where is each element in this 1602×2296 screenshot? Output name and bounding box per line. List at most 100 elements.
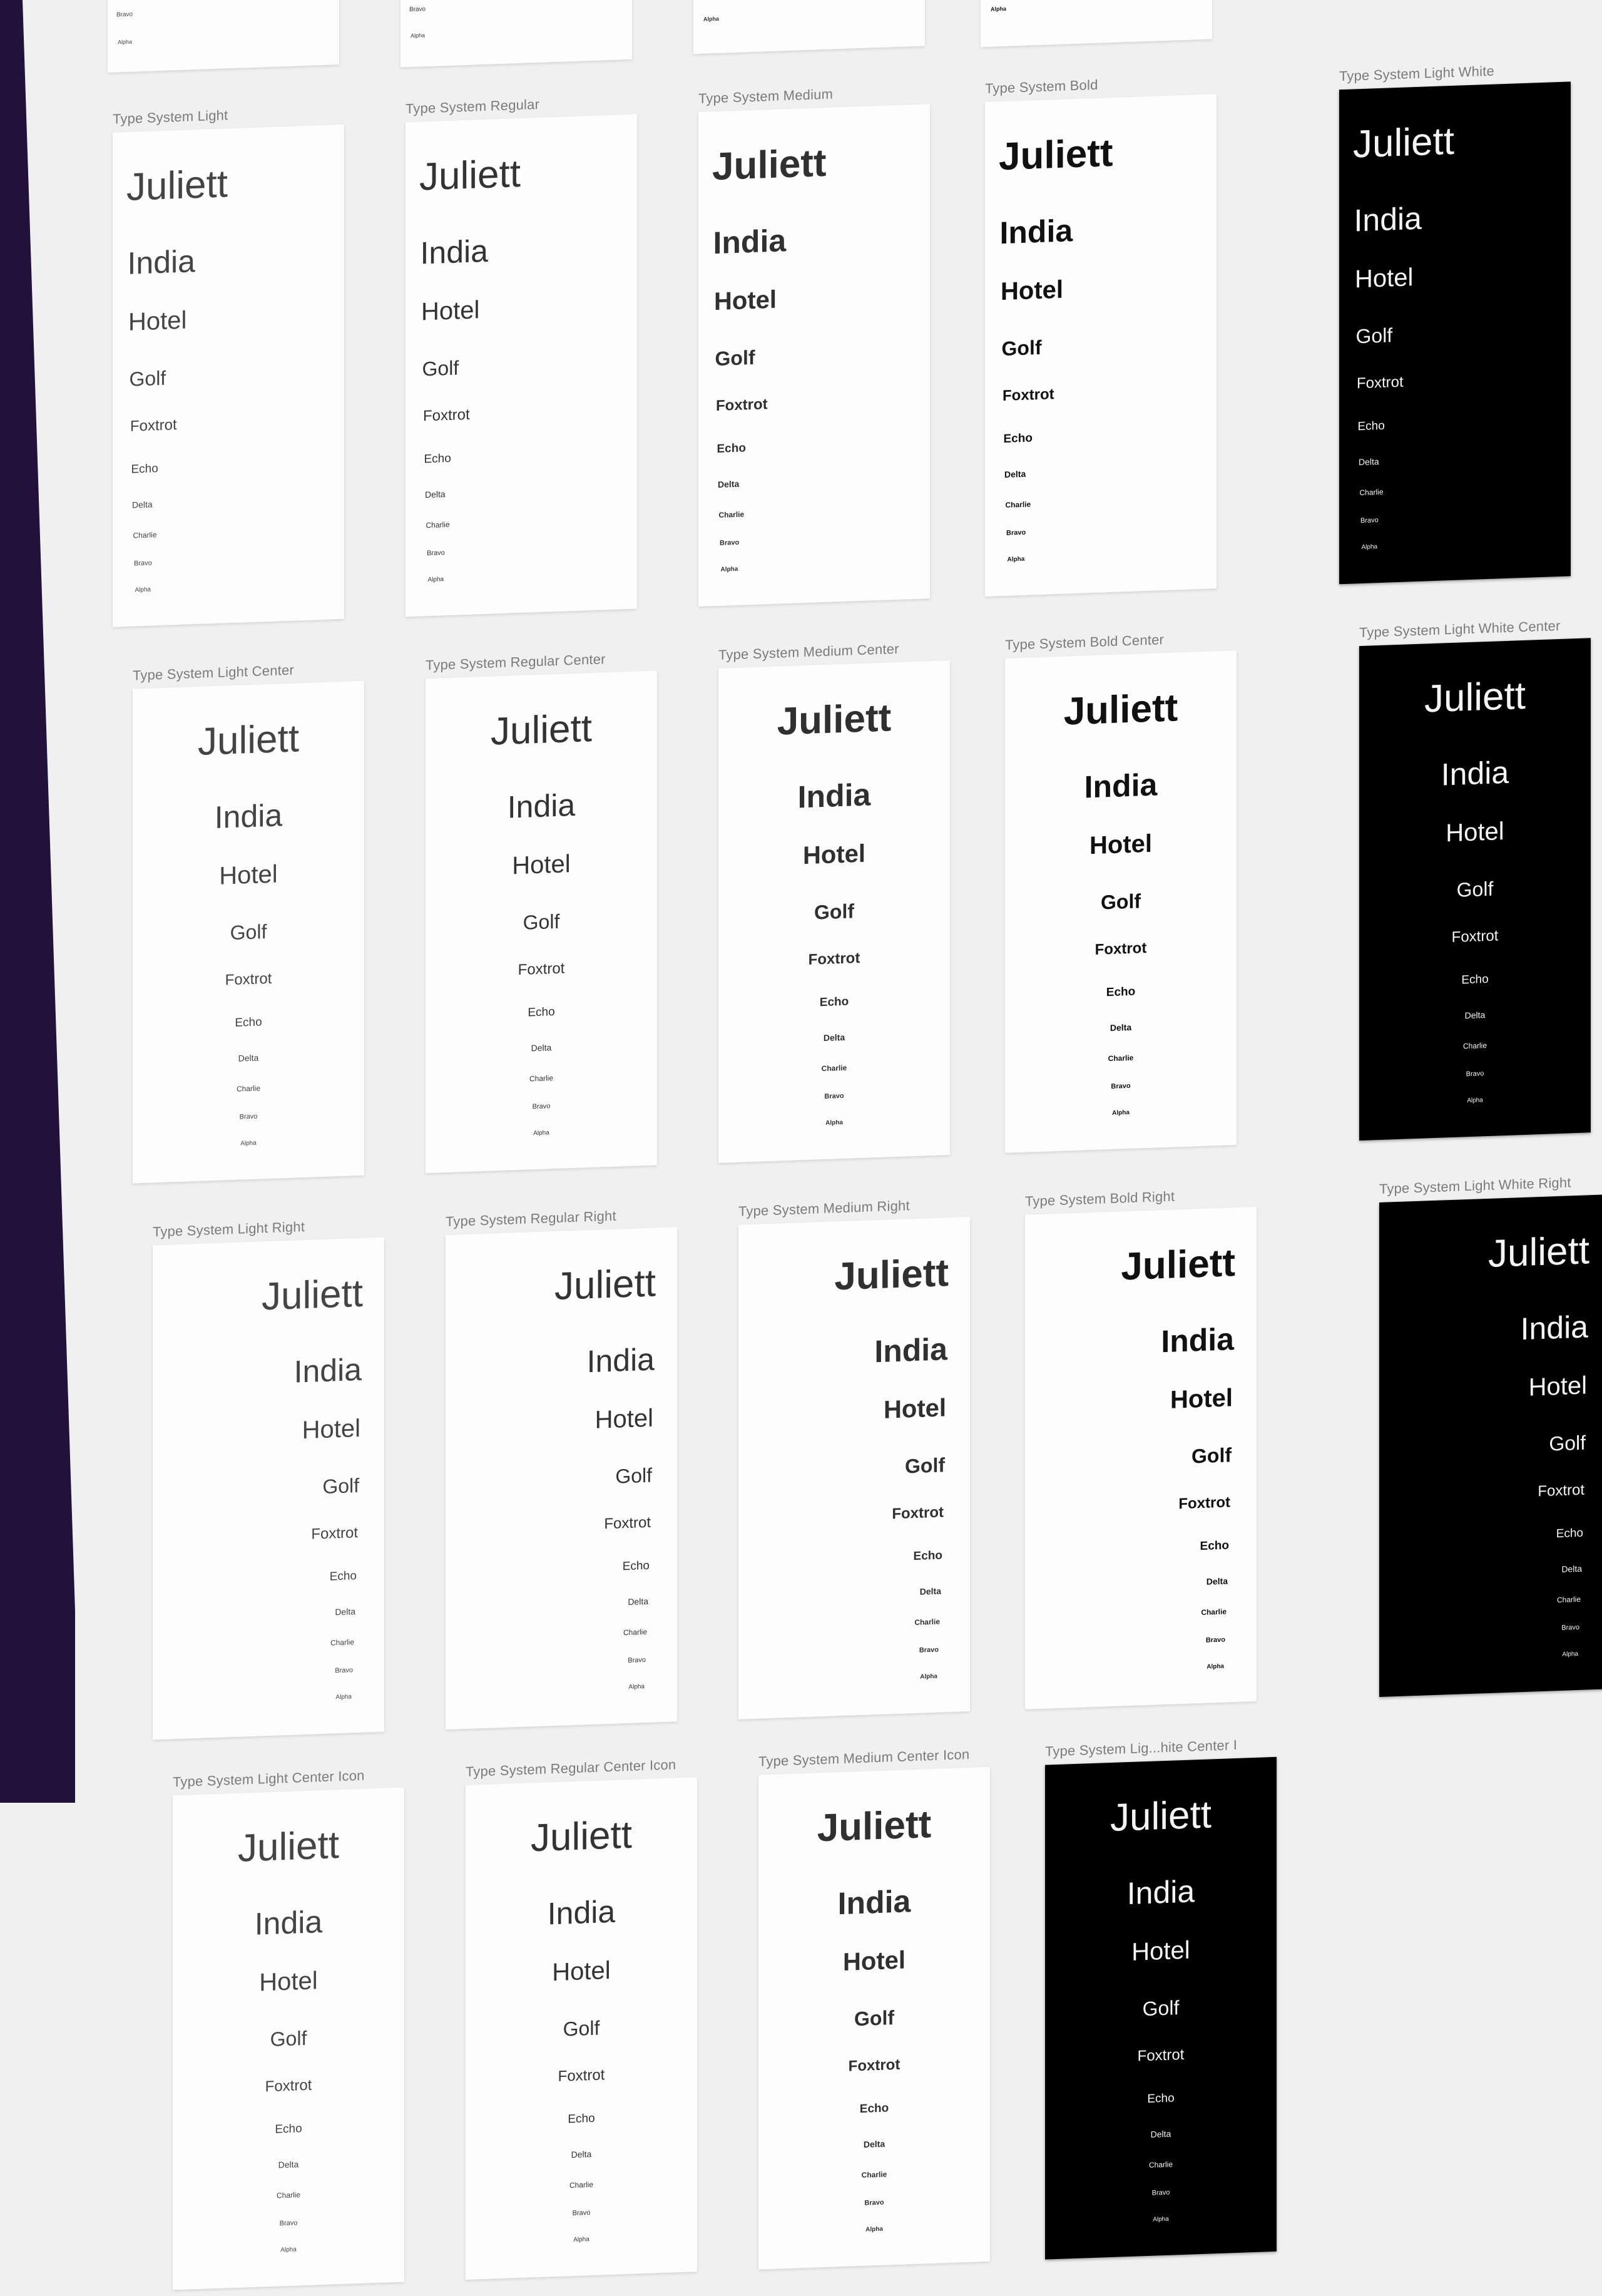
sample-word-alpha: Alpha [573,2236,589,2244]
sample-word-india: India [1161,1321,1234,1360]
sample-word-india: India [999,213,1073,251]
sample-word-hotel: Hotel [219,860,278,890]
top-partial-frame[interactable]: Bravo Alpha [108,0,339,73]
frame-label[interactable]: Type System Light Center [133,662,294,684]
type-system-frame[interactable]: Juliett India Hotel Golf Foxtrot Echo Delta Cha… [758,1766,990,2270]
frame-label[interactable]: Type System Light Right [153,1219,305,1240]
frame-label[interactable]: Type System Bold [985,77,1098,97]
sample-word-delta: Delta [823,1032,845,1043]
sample-word-charlie: Charlie [914,1617,940,1627]
sample-word-golf: Golf [523,910,560,934]
sample-word-echo: Echo [1003,431,1033,446]
frame-label[interactable]: Type System Lig...hite Center I [1045,1737,1237,1760]
frame-label[interactable]: Type System Regular [406,96,539,117]
sample-word-bravo: Bravo [864,2198,884,2207]
frame-label[interactable]: Type System Medium Right [738,1197,910,1220]
sample-word-delta: Delta [425,489,446,500]
frame-label[interactable]: Type System Light Center Icon [173,1768,365,1791]
type-system-frame[interactable]: Juliett India Hotel Golf Foxtrot Echo Delta Cha… [698,104,930,607]
frame-label[interactable]: Type System Light White Center [1359,618,1560,641]
sample-word-charlie: Charlie [821,1063,847,1074]
type-system-frame[interactable]: Juliett India Hotel Golf Foxtrot Echo Delta Cha… [718,660,950,1163]
sample-word-golf: Golf [129,366,166,391]
top-partial-frame[interactable]: Bravo Alpha [400,0,632,68]
type-system-frame[interactable]: Juliett India Hotel Golf Foxtrot Echo Delta Cha… [1025,1206,1257,1709]
sample-word-alpha: Alpha [280,2246,297,2254]
sample-word-charlie: Charlie [861,2170,887,2180]
sample-word-alpha: Alpha [1467,1097,1483,1105]
frame-label[interactable]: Type System Bold Center [1005,632,1164,653]
type-system-frame[interactable]: Juliett India Hotel Golf Foxtrot Echo Delta Cha… [738,1216,970,1719]
sample-word-india: India [1354,200,1422,238]
type-system-frame[interactable]: Juliett India Hotel Golf Foxtrot Echo Delta Cha… [1339,81,1571,585]
sample-word-alpha: Alpha [1361,543,1378,551]
sample-word-bravo: Bravo [720,538,740,547]
type-system-frame[interactable]: Juliett India Hotel Golf Foxtrot Echo Delta Cha… [1045,1756,1277,2260]
type-system-frame[interactable]: Juliett India Hotel Golf Foxtrot Echo Delta Cha… [153,1237,384,1740]
sample-word-charlie: Charlie [236,1084,260,1094]
sample-word-delta: Delta [863,2138,885,2150]
design-canvas[interactable]: Bravo Alpha Bravo Alpha Alpha Alpha Type… [0,0,1602,2290]
type-system-frame[interactable]: Juliett India Hotel Golf Foxtrot Echo Delta Cha… [1359,638,1591,1141]
type-system-frame[interactable]: Juliett India Hotel Golf Foxtrot Echo Delta Cha… [113,124,344,627]
sample-word-echo: Echo [1106,985,1136,1000]
frame-label[interactable]: Type System Medium Center [718,641,899,664]
sample-word-golf: Golf [615,1463,652,1488]
sample-word-charlie: Charlie [1462,1041,1487,1051]
type-system-frame[interactable]: Juliett India Hotel Golf Foxtrot Echo Delta Cha… [426,670,657,1174]
sample-word-india: India [1084,767,1158,805]
sample-word-bravo: Bravo [335,1666,353,1675]
sample-word-hotel: Hotel [884,1394,946,1424]
frame-label[interactable]: Type System Bold Right [1025,1188,1175,1209]
sample-word-echo: Echo [1357,419,1385,434]
frame-label[interactable]: Type System Regular Center [426,651,606,674]
type-system-frame[interactable]: Juliett India Hotel Golf Foxtrot Echo Delta Cha… [1005,650,1237,1153]
sample-word-juliett: Juliett [999,131,1113,179]
sample-word-delta: Delta [238,1052,259,1063]
sample-word-echo: Echo [329,1569,357,1584]
sample-word-delta: Delta [1359,456,1379,468]
sample-word-india: India [293,1351,362,1390]
type-system-frame[interactable]: Juliett India Hotel Golf Foxtrot Echo Delta Cha… [133,680,364,1184]
sample-word-bravo: Bravo [1360,516,1379,525]
top-partial-frame[interactable]: Alpha [693,0,925,54]
frame-label[interactable]: Type System Medium Center Icon [758,1746,969,1770]
sample-word-echo: Echo [1200,1539,1229,1554]
sample-word-juliett: Juliett [531,1813,632,1860]
sample-word-india: India [797,777,871,815]
sample-word-delta: Delta [571,2148,592,2160]
sample-word-juliett: Juliett [198,717,299,764]
sample-word-hotel: Hotel [1089,829,1152,860]
sample-word-delta: Delta [1110,1022,1132,1033]
frame-label[interactable]: Type System Light White Right [1379,1174,1571,1197]
type-system-frame[interactable]: Juliett India Hotel Golf Foxtrot Echo Delta Cha… [985,94,1217,597]
sample-word-foxtrot: Foxtrot [1357,373,1404,392]
sample-word-delta: Delta [278,2159,299,2170]
type-system-frame[interactable]: Juliett India Hotel Golf Foxtrot Echo Delta Cha… [173,1787,404,2290]
sample-word-juliett: Juliett [1424,674,1526,721]
sample-word-golf: Golf [1355,324,1393,348]
type-system-frame[interactable]: Juliett India Hotel Golf Foxtrot Echo Delta Cha… [1379,1194,1602,1698]
frame-label[interactable]: Type System Regular Right [446,1208,616,1231]
sample-word-delta: Delta [531,1042,552,1053]
sample-word-alpha: Alpha [1562,1650,1578,1658]
sample-word-charlie: Charlie [1359,487,1384,498]
frame-label[interactable]: Type System Light White [1339,63,1494,85]
sample-word-hotel: Hotel [1446,817,1504,848]
sample-word-foxtrot: Foxtrot [604,1514,651,1533]
sample-word-golf: Golf [230,920,267,945]
frame-label[interactable]: Type System Medium [698,86,833,108]
type-system-frame[interactable]: Juliett India Hotel Golf Foxtrot Echo Delta Cha… [466,1777,697,2280]
type-system-frame[interactable]: Juliett India Hotel Golf Foxtrot Echo Delta Cha… [406,114,637,617]
top-partial-frame[interactable]: Alpha [981,0,1212,48]
sample-word-juliett: Juliett [262,1271,363,1319]
frame-label[interactable]: Type System Regular Center Icon [466,1756,676,1780]
sample-word-bravo: Bravo [628,1656,646,1664]
sample-word-alpha: Alpha [1207,1663,1224,1671]
frame-label[interactable]: Type System Light [113,107,228,127]
sample-word-hotel: Hotel [843,1946,906,1976]
sample-word-hotel: Hotel [259,1967,318,1997]
type-system-frame[interactable]: Juliett India Hotel Golf Foxtrot Echo Delta Cha… [446,1227,677,1730]
sample-word-echo: Echo [131,462,158,476]
sample-word-echo: Echo [528,1005,555,1020]
